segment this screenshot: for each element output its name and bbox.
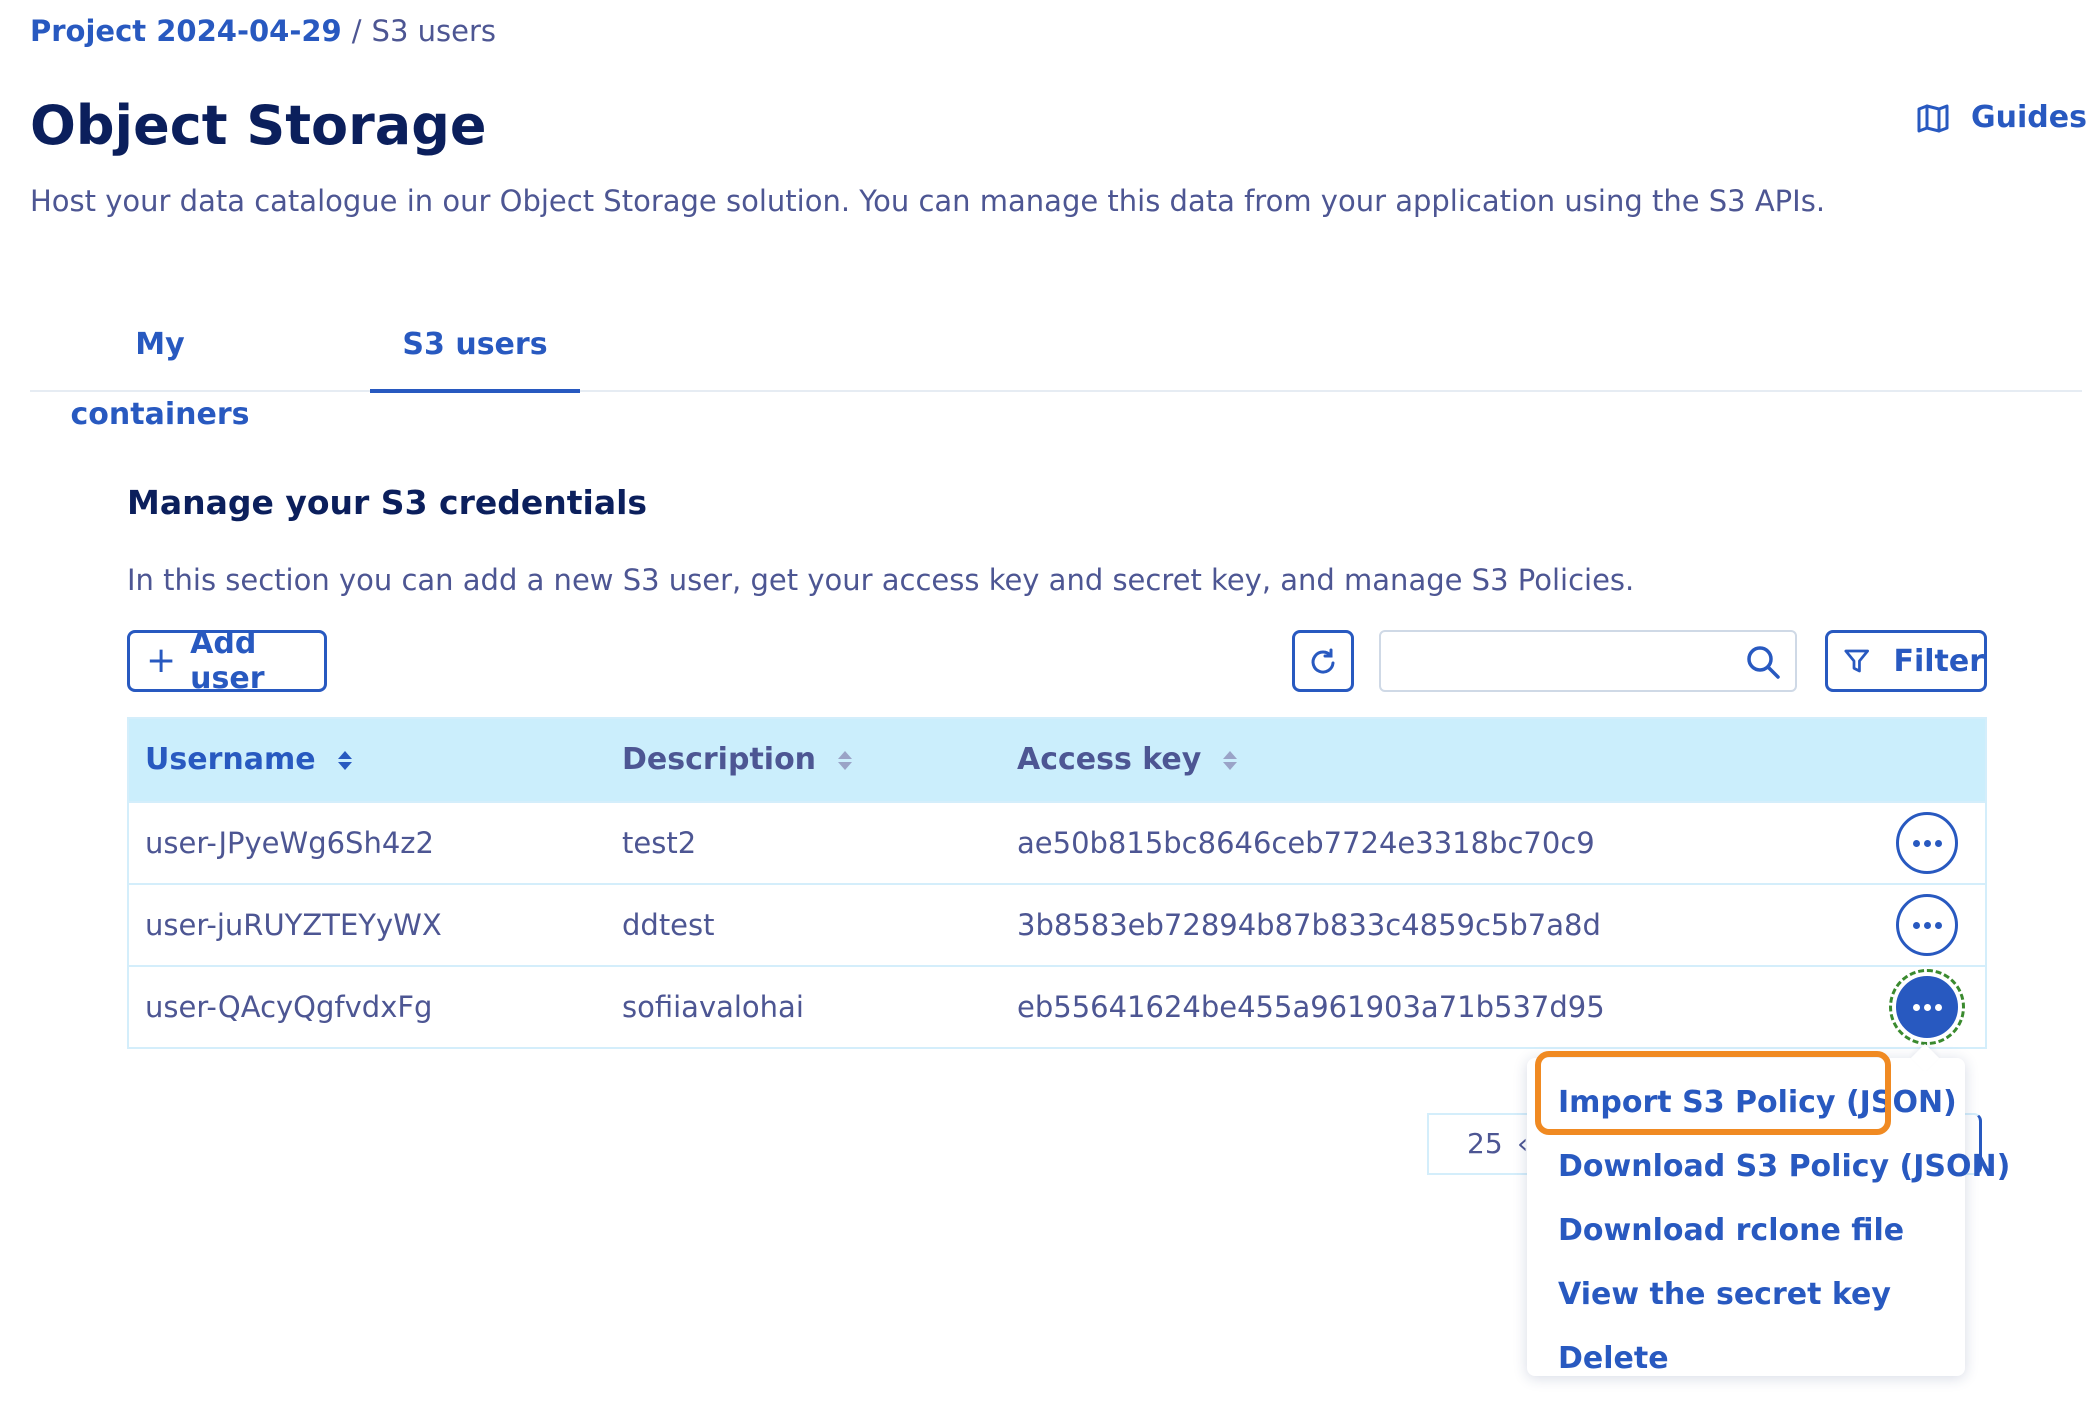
tab-s3-users-label: S3 users	[402, 327, 548, 362]
cell-username: user-JPyeWg6Sh4z2	[145, 826, 434, 860]
filter-icon	[1844, 649, 1869, 673]
more-dots-icon	[1912, 921, 1920, 929]
column-header-label: Username	[145, 742, 316, 777]
column-header-description[interactable]: Description	[622, 719, 853, 801]
page-subtitle: Host your data catalogue in our Object S…	[30, 184, 1826, 218]
table-row: user-QAcyQgfvdxFg sofiiavalohai eb556416…	[129, 965, 1985, 1047]
cell-description: test2	[622, 826, 697, 860]
add-user-label: Add user	[190, 626, 265, 696]
plus-icon: +	[146, 640, 177, 681]
more-dots-icon	[1912, 1003, 1920, 1011]
menu-item-download-s3-policy[interactable]: Download S3 Policy (JSON)	[1558, 1149, 2010, 1184]
cell-username: user-QAcyQgfvdxFg	[145, 990, 433, 1024]
search-icon[interactable]	[1745, 644, 1781, 680]
table-row: user-JPyeWg6Sh4z2 test2 ae50b815bc8646ce…	[129, 801, 1985, 883]
sort-icon	[1223, 750, 1238, 770]
sort-icon	[838, 750, 853, 770]
column-header-access-key[interactable]: Access key	[1017, 719, 1238, 801]
active-tab-indicator	[370, 389, 580, 393]
tab-s3-users[interactable]: S3 users	[370, 310, 580, 393]
row-actions-button[interactable]	[1896, 812, 1958, 874]
section-description: In this section you can add a new S3 use…	[127, 563, 1635, 597]
table-header: Username Description Access key	[129, 719, 1985, 801]
row-actions-button-active[interactable]	[1889, 969, 1965, 1045]
tab-my-containers[interactable]: My containers	[60, 310, 260, 432]
cell-description: sofiiavalohai	[622, 990, 804, 1024]
row-actions-button[interactable]	[1896, 894, 1958, 956]
guides-link[interactable]: Guides	[1917, 100, 2087, 135]
filter-button[interactable]: Filter	[1825, 630, 1987, 692]
column-header-label: Access key	[1017, 742, 1202, 777]
highlight-box	[1535, 1051, 1891, 1135]
sort-icon	[337, 750, 352, 770]
page-title: Object Storage	[30, 94, 487, 157]
table-row: user-juRUYZTEYyWX ddtest 3b8583eb72894b8…	[129, 883, 1985, 965]
breadcrumb: Project 2024-04-29 / S3 users	[30, 14, 496, 48]
menu-item-download-rclone[interactable]: Download rclone file	[1558, 1213, 1904, 1248]
search-field	[1379, 630, 1797, 692]
refresh-icon	[1311, 648, 1335, 674]
column-header-label: Description	[622, 742, 817, 777]
guides-label: Guides	[1971, 100, 2087, 135]
cell-description: ddtest	[622, 908, 715, 942]
search-input[interactable]	[1395, 632, 1729, 690]
refresh-button[interactable]	[1292, 630, 1354, 692]
breadcrumb-project-link[interactable]: Project 2024-04-29	[30, 14, 342, 48]
cell-username: user-juRUYZTEYyWX	[145, 908, 442, 942]
more-dots-icon	[1912, 839, 1920, 847]
per-page-select[interactable]: 25	[1467, 1115, 1503, 1173]
s3-users-table: Username Description Access key user-JPy…	[127, 717, 1987, 1049]
breadcrumb-separator: /	[351, 14, 362, 48]
section-title: Manage your S3 credentials	[127, 483, 648, 522]
cell-access-key: eb55641624be455a961903a71b537d95	[1017, 990, 1605, 1024]
menu-item-delete[interactable]: Delete	[1558, 1341, 1669, 1376]
cell-access-key: ae50b815bc8646ceb7724e3318bc70c9	[1017, 826, 1595, 860]
tabs-bar: My containers S3 users	[30, 310, 2082, 432]
add-user-button[interactable]: + Add user	[127, 626, 327, 696]
column-header-username[interactable]: Username	[145, 719, 352, 801]
breadcrumb-current: S3 users	[371, 14, 496, 48]
filter-label: Filter	[1893, 643, 1984, 679]
menu-item-view-secret-key[interactable]: View the secret key	[1558, 1277, 1891, 1312]
book-map-icon	[1917, 104, 1949, 132]
cell-access-key: 3b8583eb72894b87b833c4859c5b7a8d	[1017, 908, 1601, 942]
